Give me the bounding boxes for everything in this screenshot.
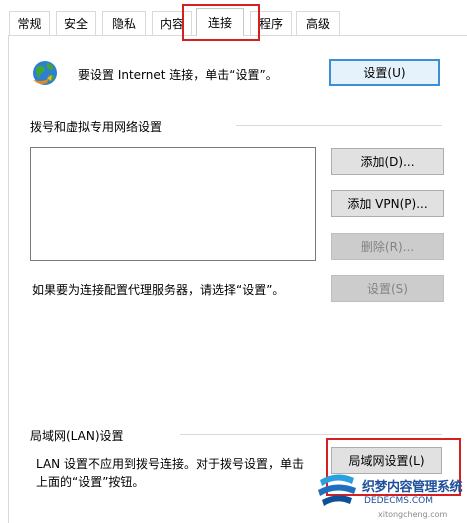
delete-button: 删除(R)... [331, 233, 444, 260]
lan-divider [180, 434, 442, 435]
watermark-domain: DEDECMS.COM [364, 496, 433, 506]
add-vpn-button[interactable]: 添加 VPN(P)... [331, 190, 444, 217]
internet-globe-icon [33, 61, 57, 85]
tab-advanced[interactable]: 高级 [296, 11, 340, 35]
watermark-logo-icon [318, 474, 356, 506]
setup-button[interactable]: 设置(U) [329, 59, 440, 86]
lan-heading: 局域网(LAN)设置 [30, 429, 124, 443]
tab-highlight-box [182, 4, 260, 41]
tab-general[interactable]: 常规 [9, 11, 50, 35]
lan-description-line1: LAN 设置不应用到拨号连接。对于拨号设置，单击 [36, 457, 304, 471]
lan-description-line2: 上面的“设置”按钮。 [36, 475, 145, 489]
proxy-description: 如果要为连接配置代理服务器，请选择“设置”。 [32, 283, 285, 297]
setup-description: 要设置 Internet 连接，单击“设置”。 [78, 68, 278, 82]
watermark-url: xitongcheng.com [378, 510, 448, 519]
tab-privacy[interactable]: 隐私 [102, 11, 146, 35]
dialup-heading: 拨号和虚拟专用网络设置 [30, 120, 163, 134]
dialup-divider [236, 125, 442, 126]
tab-security[interactable]: 安全 [56, 11, 96, 35]
watermark-title: 织梦内容管理系统 [362, 480, 463, 495]
dialup-settings-button: 设置(S) [331, 275, 444, 302]
add-button[interactable]: 添加(D)... [331, 148, 444, 175]
watermark: 织梦内容管理系统 DEDECMS.COM xitongcheng.com [312, 462, 467, 523]
connections-listbox[interactable] [30, 147, 316, 261]
